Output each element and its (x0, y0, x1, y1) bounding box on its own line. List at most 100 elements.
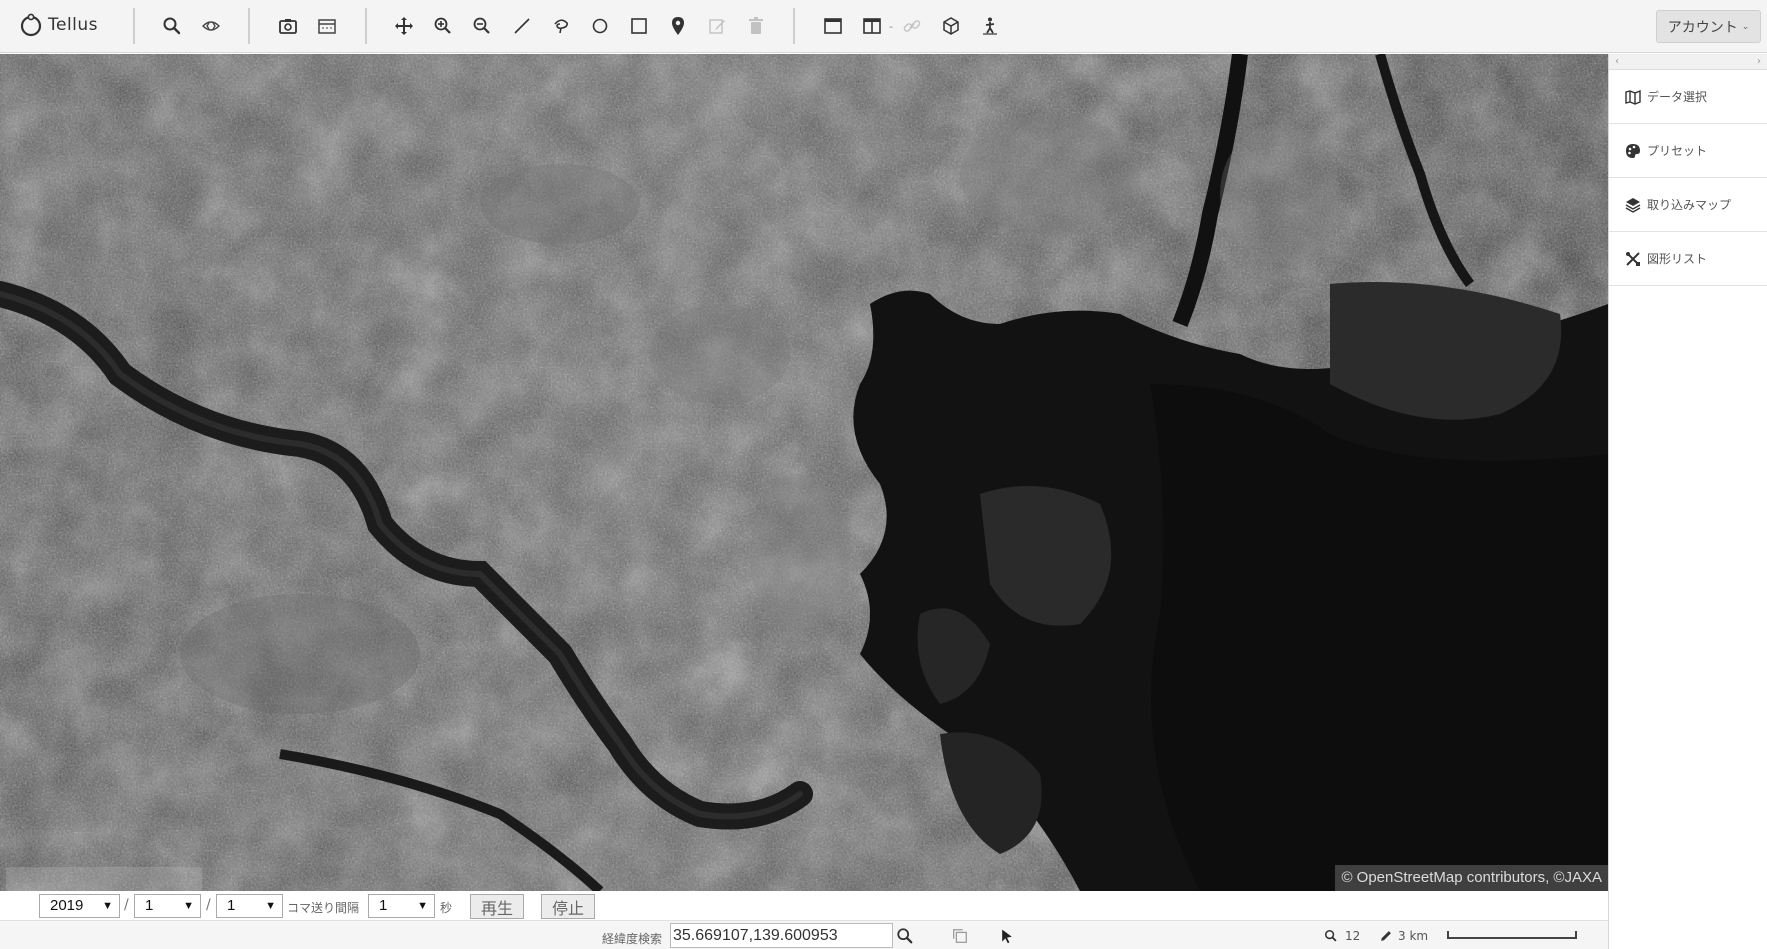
map-view[interactable]: © 2018 さくらインターネット © OpenStreetMap contri… (0, 54, 1608, 891)
zoom-out-icon (473, 17, 490, 34)
copy-icon (953, 929, 967, 943)
magnifier-icon (1324, 929, 1337, 942)
search-icon (897, 928, 913, 944)
dropdown-arrow-icon: ▼ (417, 900, 428, 912)
dropdown-arrow-icon: ▼ (265, 900, 276, 912)
panel-collapse-bar[interactable]: ‹ › (1609, 54, 1767, 70)
split-window-icon (863, 18, 881, 34)
search-icon (163, 17, 181, 35)
latlng-search-label: 経緯度検索 (602, 932, 663, 946)
rectangle-icon (631, 18, 647, 34)
screenshot-button[interactable] (274, 12, 302, 40)
stop-button[interactable]: 停止 (541, 894, 595, 919)
status-bar: 経緯度検索 12 3 km (0, 920, 1608, 949)
draw-line-button[interactable] (508, 12, 536, 40)
account-label: アカウント (1667, 19, 1738, 36)
latlng-search-input[interactable] (670, 923, 893, 948)
tellus-logo-icon (20, 13, 42, 37)
cursor-icon (1002, 929, 1012, 944)
trash-icon (749, 17, 763, 34)
frame-interval-select[interactable]: 1 ▼ (368, 894, 435, 918)
toolbar-divider (133, 8, 135, 44)
calendar-button[interactable] (313, 12, 341, 40)
satellite-map-image (0, 54, 1608, 891)
account-menu-button[interactable]: アカウント ⌄ (1656, 10, 1761, 43)
month-value: 1 (145, 897, 154, 914)
street-view-button[interactable] (976, 12, 1004, 40)
dropdown-arrow-icon: ▼ (183, 900, 194, 912)
tools-icon (1626, 251, 1640, 266)
calendar-icon (318, 19, 336, 34)
latlng-search-button[interactable] (895, 926, 915, 946)
day-value: 1 (227, 897, 236, 914)
zoom-in-button[interactable] (429, 12, 457, 40)
person-icon (983, 17, 997, 35)
draw-rectangle-button[interactable] (625, 12, 653, 40)
seconds-label: 秒 (440, 901, 453, 915)
map-icon (1625, 89, 1641, 105)
top-toolbar: Tellus - アカウント ⌄ (0, 0, 1767, 53)
layers-icon (1625, 197, 1641, 213)
chevron-left-icon[interactable]: ‹ (1615, 56, 1619, 67)
month-select[interactable]: 1 ▼ (134, 894, 201, 918)
panel-item-imported-maps[interactable]: 取り込みマップ (1609, 178, 1767, 232)
app-name: Tellus (48, 15, 99, 35)
zoom-in-icon (434, 17, 451, 34)
date-separator: / (206, 897, 211, 913)
split-link-dash: - (889, 20, 893, 33)
eye-code-icon (202, 21, 220, 31)
frame-interval-value: 1 (379, 897, 388, 914)
play-button[interactable]: 再生 (470, 894, 524, 919)
panel-item-data-select[interactable]: データ選択 (1609, 70, 1767, 124)
edit-icon (709, 19, 725, 34)
pan-button[interactable] (390, 12, 418, 40)
draw-circle-button[interactable] (586, 12, 614, 40)
link-icon (903, 20, 921, 32)
day-select[interactable]: 1 ▼ (216, 894, 283, 918)
panel-item-label: プリセット (1647, 144, 1708, 158)
zoom-out-button[interactable] (468, 12, 496, 40)
scale-bar (1447, 931, 1577, 939)
panel-item-label: 図形リスト (1647, 252, 1708, 266)
map-copyright: © 2018 さくらインターネット (6, 867, 203, 891)
code-view-button[interactable] (197, 12, 225, 40)
ruler-pencil-icon (1381, 931, 1391, 941)
year-select[interactable]: 2019 ▼ (39, 894, 120, 918)
link-views-button[interactable] (898, 12, 926, 40)
draw-lasso-button[interactable] (547, 12, 575, 40)
zoom-level-value: 12 (1345, 929, 1361, 943)
toolbar-divider (365, 8, 367, 44)
panel-item-preset[interactable]: プリセット (1609, 124, 1767, 178)
tellus-app: Tellus - アカウント ⌄ © 2018 さくらインターネット © Ope… (0, 0, 1767, 949)
zoom-level-indicator (1323, 928, 1339, 944)
split-view-button[interactable] (858, 12, 886, 40)
3d-view-button[interactable] (937, 12, 965, 40)
place-marker-button[interactable] (664, 12, 692, 40)
edit-shape-button[interactable] (703, 12, 731, 40)
toolbar-divider (248, 8, 250, 44)
frame-interval-label: コマ送り間隔 (287, 901, 360, 915)
date-separator: / (124, 897, 129, 913)
delete-shape-button[interactable] (742, 12, 770, 40)
panel-item-shape-list[interactable]: 図形リスト (1609, 232, 1767, 286)
search-button[interactable] (158, 12, 186, 40)
scale-indicator (1378, 928, 1394, 944)
copy-button[interactable] (950, 926, 970, 946)
cursor-mode-button[interactable] (997, 926, 1017, 946)
toolbar-divider (793, 8, 795, 44)
app-logo[interactable]: Tellus (18, 10, 98, 40)
line-draw-icon (514, 18, 530, 34)
single-view-button[interactable] (819, 12, 847, 40)
year-value: 2019 (50, 897, 84, 914)
lasso-icon (554, 19, 568, 34)
map-pin-icon (672, 17, 684, 35)
map-attribution[interactable]: © OpenStreetMap contributors, ©JAXA (1335, 865, 1608, 891)
right-side-panel: ‹ › データ選択 プリセット 取り込みマップ 図形リスト (1608, 54, 1767, 949)
palette-icon (1626, 143, 1640, 158)
timeline-bar: 2019 ▼ / 1 ▼ / 1 ▼ コマ送り間隔 1 ▼ 秒 再生 停止 (0, 891, 1608, 920)
cube-icon (943, 17, 959, 35)
scale-value: 3 km (1398, 929, 1429, 943)
chevron-right-icon[interactable]: › (1757, 56, 1761, 67)
move-icon (395, 17, 413, 35)
dropdown-arrow-icon: ▼ (102, 900, 113, 912)
